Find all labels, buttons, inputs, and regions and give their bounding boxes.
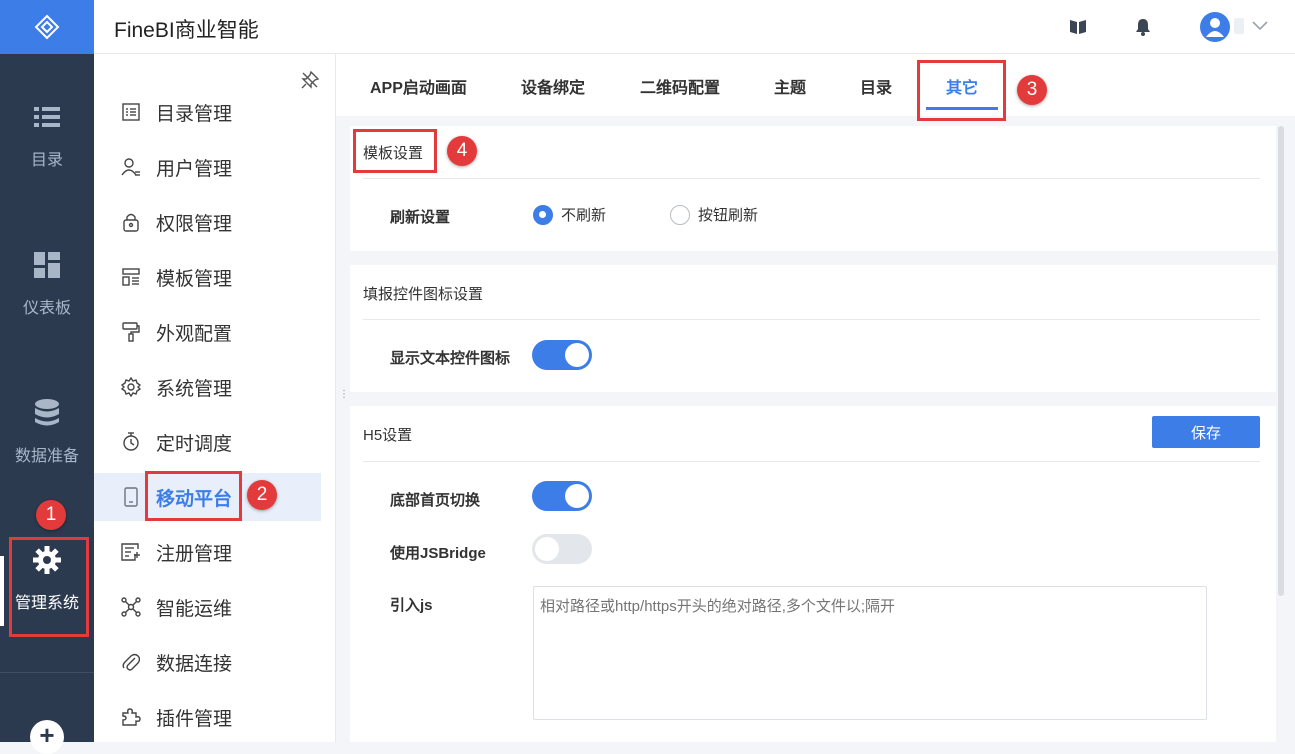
panel-title: 填报控件图标设置 xyxy=(363,286,484,303)
subnav-item-data-connection[interactable]: 数据连接 xyxy=(94,638,321,686)
subnav-item-appearance[interactable]: 外观配置 xyxy=(94,308,321,356)
rail-item-catalog[interactable]: 目录 xyxy=(0,102,94,170)
annotation-box-mobile xyxy=(145,471,242,521)
user-avatar[interactable] xyxy=(1200,12,1230,42)
radio-dot xyxy=(670,204,690,225)
subnav-item-schedule[interactable]: 定时调度 xyxy=(94,418,321,466)
lock-icon xyxy=(120,211,142,233)
paperclip-icon xyxy=(120,651,142,673)
brush-icon xyxy=(120,321,142,343)
puzzle-icon xyxy=(120,706,142,728)
panel-title: H5设置 xyxy=(363,427,413,444)
subnav-item-catalog[interactable]: 目录管理 xyxy=(94,88,321,136)
annotation-box-other-tab xyxy=(917,60,1006,121)
subnav-item-label: 插件管理 xyxy=(156,708,233,730)
radio-no-refresh[interactable]: 不刷新 xyxy=(533,204,606,225)
rail-item-label: 数据准备 xyxy=(14,448,79,465)
subnav-item-plugins[interactable]: 插件管理 xyxy=(94,693,321,741)
list-icon xyxy=(32,102,62,132)
import-js-label: 引入js xyxy=(390,597,433,614)
radio-button-refresh[interactable]: 按钮刷新 xyxy=(670,204,758,225)
subnav-item-system[interactable]: 系统管理 xyxy=(94,363,321,411)
scrollbar[interactable] xyxy=(1278,126,1284,596)
radio-label: 按钮刷新 xyxy=(698,207,759,224)
logo-icon xyxy=(34,14,60,40)
plus-icon: + xyxy=(39,720,55,750)
use-jsbridge-label: 使用JSBridge xyxy=(390,545,486,562)
subnav-item-label: 智能运维 xyxy=(156,598,233,620)
dashboard-icon xyxy=(32,250,62,280)
panel-fill-widget-settings: 填报控件图标设置 显示文本控件图标 xyxy=(350,265,1276,392)
rail-item-label: 仪表板 xyxy=(22,300,71,317)
subnav-item-label: 系统管理 xyxy=(156,378,233,400)
bottom-home-switch-toggle[interactable] xyxy=(532,481,592,511)
subnav-item-label: 目录管理 xyxy=(156,103,233,125)
tab-catalog[interactable]: 目录 xyxy=(860,74,892,98)
user-icon xyxy=(120,156,142,178)
subnav-item-templates[interactable]: 模板管理 xyxy=(94,253,321,301)
top-header: FineBI商业智能 xyxy=(94,0,1295,54)
subnav-item-ops[interactable]: 智能运维 xyxy=(94,583,321,631)
user-name-redacted xyxy=(1234,18,1244,34)
user-avatar-icon xyxy=(1206,18,1224,37)
bottom-home-switch-label: 底部首页切换 xyxy=(390,492,481,509)
timer-icon xyxy=(120,431,142,453)
annotation-box-admin xyxy=(9,537,89,637)
annotation-box-template-settings xyxy=(353,129,437,173)
template-icon xyxy=(120,266,142,288)
gear-icon xyxy=(120,376,142,398)
refresh-setting-label: 刷新设置 xyxy=(390,209,451,226)
main-content: APP启动画面 设备绑定 二维码配置 主题 目录 其它 ⋮ 模板设置 刷新设置 … xyxy=(336,54,1295,742)
app-title: FineBI商业智能 xyxy=(114,19,259,42)
tab-device-binding[interactable]: 设备绑定 xyxy=(521,74,585,98)
annotation-badge: 4 xyxy=(447,136,477,166)
mobile-icon xyxy=(120,486,142,508)
chevron-down-icon[interactable] xyxy=(1252,18,1268,36)
divider xyxy=(363,461,1260,462)
import-js-textarea[interactable] xyxy=(533,586,1207,720)
subnav-item-register[interactable]: 注册管理 xyxy=(94,528,321,576)
tab-app-splash[interactable]: APP启动画面 xyxy=(370,74,467,98)
save-button[interactable]: 保存 xyxy=(1152,416,1260,448)
ops-icon xyxy=(120,596,142,618)
divider xyxy=(363,319,1260,320)
catalog-icon xyxy=(120,101,142,123)
show-text-widget-icon-toggle[interactable] xyxy=(532,340,592,370)
add-button[interactable]: + xyxy=(30,720,64,754)
subnav-item-label: 定时调度 xyxy=(156,433,233,455)
annotation-badge: 2 xyxy=(247,480,277,510)
panel-h5-settings: H5设置 保存 底部首页切换 使用JSBridge 引入js xyxy=(350,406,1276,742)
bell-icon[interactable] xyxy=(1133,17,1153,37)
radio-label: 不刷新 xyxy=(561,207,607,224)
resize-handle[interactable]: ⋮ xyxy=(339,389,349,407)
show-text-widget-icon-label: 显示文本控件图标 xyxy=(390,350,511,367)
panel-template-settings: 模板设置 刷新设置 不刷新 按钮刷新 xyxy=(350,126,1276,251)
subnav-item-label: 用户管理 xyxy=(156,158,233,180)
tab-qrcode-config[interactable]: 二维码配置 xyxy=(640,74,720,98)
radio-dot xyxy=(533,204,553,225)
book-icon[interactable] xyxy=(1068,17,1088,37)
rail-item-label: 目录 xyxy=(30,152,63,169)
subnav-item-permissions[interactable]: 权限管理 xyxy=(94,198,321,246)
logo[interactable] xyxy=(0,0,94,54)
subnav-item-label: 权限管理 xyxy=(156,213,233,235)
register-icon xyxy=(120,541,142,563)
rail-divider xyxy=(0,672,94,673)
tab-theme[interactable]: 主题 xyxy=(774,74,806,98)
rail-item-data-prep[interactable]: 数据准备 xyxy=(0,398,94,466)
subnav-item-label: 模板管理 xyxy=(156,268,233,290)
divider xyxy=(363,178,1260,179)
tab-bar: APP启动画面 设备绑定 二维码配置 主题 目录 其它 xyxy=(336,54,1295,116)
subnav-item-label: 数据连接 xyxy=(156,653,233,675)
annotation-badge: 3 xyxy=(1017,75,1047,105)
rail-item-dashboard[interactable]: 仪表板 xyxy=(0,250,94,318)
subnav-item-label: 注册管理 xyxy=(156,543,233,565)
annotation-badge: 1 xyxy=(36,500,66,530)
subnav-item-users[interactable]: 用户管理 xyxy=(94,143,321,191)
database-icon xyxy=(32,398,62,428)
subnav-item-label: 外观配置 xyxy=(156,323,233,345)
use-jsbridge-toggle[interactable] xyxy=(532,534,592,564)
admin-subnav: 目录管理 用户管理 权限管理 模板管理 外观配置 系统管理 定时调度 移动平台 … xyxy=(94,54,336,742)
